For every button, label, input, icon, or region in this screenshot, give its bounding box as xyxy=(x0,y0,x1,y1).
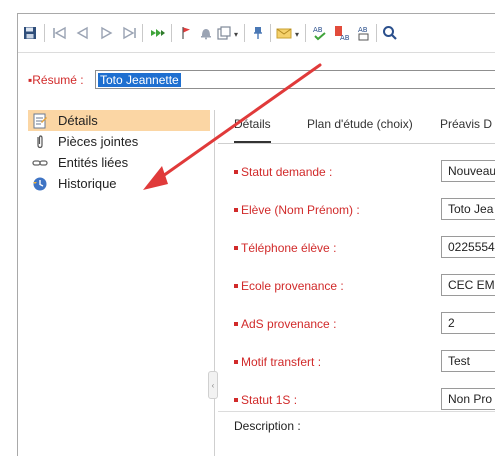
field-input-telephone[interactable]: 0225554 xyxy=(441,236,495,258)
tab-study-plan[interactable]: Plan d'étude (choix) xyxy=(307,107,413,141)
last-record-icon[interactable] xyxy=(119,23,139,43)
spelling-field-icon[interactable]: AB xyxy=(332,23,352,43)
field-input-statut-1s[interactable]: Non Pro xyxy=(441,388,495,410)
record-window: ▾ ▾ AB AB AB ▪Résumé : Toto Jeannette Dé… xyxy=(17,13,495,456)
history-icon xyxy=(32,176,48,192)
pin-icon[interactable] xyxy=(248,23,268,43)
tab-bar: Détails Plan d'étude (choix) Préavis D xyxy=(218,107,495,144)
sidebar-item-label: Pièces jointes xyxy=(58,134,139,149)
sidebar-item-history[interactable]: Historique xyxy=(28,173,210,194)
field-input-eleve[interactable]: Toto Jea xyxy=(441,198,495,220)
sidebar-item-details[interactable]: Détails xyxy=(28,110,210,131)
go-to-icon[interactable] xyxy=(148,23,168,43)
mail-icon[interactable] xyxy=(274,23,294,43)
details-icon xyxy=(32,113,48,129)
alert-icon[interactable] xyxy=(196,23,216,43)
field-label-motif: Motif transfert : xyxy=(234,355,321,369)
panel-divider xyxy=(214,110,215,456)
previous-record-icon[interactable] xyxy=(73,23,93,43)
field-input-ads[interactable]: 2 xyxy=(441,312,495,334)
required-marker xyxy=(234,283,238,288)
svg-text:AB: AB xyxy=(358,26,368,34)
sidebar-item-linked-entities[interactable]: Entités liées xyxy=(28,152,210,173)
save-icon[interactable] xyxy=(20,23,40,43)
sidebar-item-label: Détails xyxy=(58,113,98,128)
toolbar-separator xyxy=(244,24,245,42)
tab-details[interactable]: Détails xyxy=(234,107,271,143)
toolbar-separator xyxy=(270,24,271,42)
spelling-icon[interactable]: AB xyxy=(310,23,330,43)
field-input-ecole[interactable]: CEC EM xyxy=(441,274,495,296)
field-label-ads: AdS provenance : xyxy=(234,317,336,331)
toolbar-separator xyxy=(305,24,306,42)
resume-label-text: Résumé : xyxy=(32,73,84,87)
field-label-text: Statut demande : xyxy=(241,165,333,179)
required-marker xyxy=(234,207,238,212)
svg-text:AB: AB xyxy=(340,34,350,41)
resume-row: ▪Résumé : Toto Jeannette xyxy=(18,70,495,94)
sidebar-item-attachments[interactable]: Pièces jointes xyxy=(28,131,210,152)
field-label-text: Ecole provenance : xyxy=(241,279,344,293)
paperclip-icon xyxy=(32,134,48,150)
flag-icon[interactable] xyxy=(176,23,196,43)
search-icon[interactable] xyxy=(380,23,400,43)
required-marker xyxy=(234,245,238,250)
toolbar-separator xyxy=(376,24,377,42)
toolbar-separator xyxy=(44,24,45,42)
required-marker xyxy=(234,169,238,174)
required-marker xyxy=(234,359,238,364)
mail-dropdown-icon[interactable]: ▾ xyxy=(295,31,299,39)
tab-notice[interactable]: Préavis D xyxy=(440,107,492,141)
section-divider xyxy=(218,411,495,412)
field-label-text: Statut 1S : xyxy=(241,393,298,407)
copy-icon[interactable] xyxy=(214,23,234,43)
resume-input-value: Toto Jeannette xyxy=(98,73,181,87)
toolbar-separator xyxy=(142,24,143,42)
required-marker xyxy=(234,397,238,402)
description-label: Description : xyxy=(234,419,301,433)
first-record-icon[interactable] xyxy=(50,23,70,43)
spelling-option-icon[interactable]: AB xyxy=(354,23,374,43)
field-label-text: Motif transfert : xyxy=(241,355,322,369)
field-label-text: Elève (Nom Prénom) : xyxy=(241,203,360,217)
required-marker xyxy=(234,321,238,326)
next-record-icon[interactable] xyxy=(96,23,116,43)
field-label-telephone: Téléphone élève : xyxy=(234,241,336,255)
toolbar: ▾ ▾ AB AB AB xyxy=(18,14,495,53)
link-icon xyxy=(32,155,48,171)
field-input-statut-demande[interactable]: Nouveau xyxy=(441,160,495,182)
field-input-motif[interactable]: Test xyxy=(441,350,495,372)
sidebar-item-label: Historique xyxy=(58,176,117,191)
field-label-statut-demande: Statut demande : xyxy=(234,165,332,179)
copy-dropdown-icon[interactable]: ▾ xyxy=(234,31,238,39)
collapse-sidebar-handle[interactable]: ‹ xyxy=(208,371,218,399)
sidebar-item-label: Entités liées xyxy=(58,155,129,170)
field-label-text: AdS provenance : xyxy=(241,317,337,331)
svg-text:AB: AB xyxy=(313,26,323,34)
field-label-text: Téléphone élève : xyxy=(241,241,337,255)
toolbar-separator xyxy=(171,24,172,42)
resume-input[interactable]: Toto Jeannette xyxy=(95,70,495,89)
field-label-ecole: Ecole provenance : xyxy=(234,279,344,293)
field-label-eleve: Elève (Nom Prénom) : xyxy=(234,203,360,217)
field-label-statut-1s: Statut 1S : xyxy=(234,393,297,407)
sidebar: Détails Pièces jointes Entités liées His… xyxy=(28,110,210,194)
resume-label: ▪Résumé : xyxy=(28,73,84,87)
